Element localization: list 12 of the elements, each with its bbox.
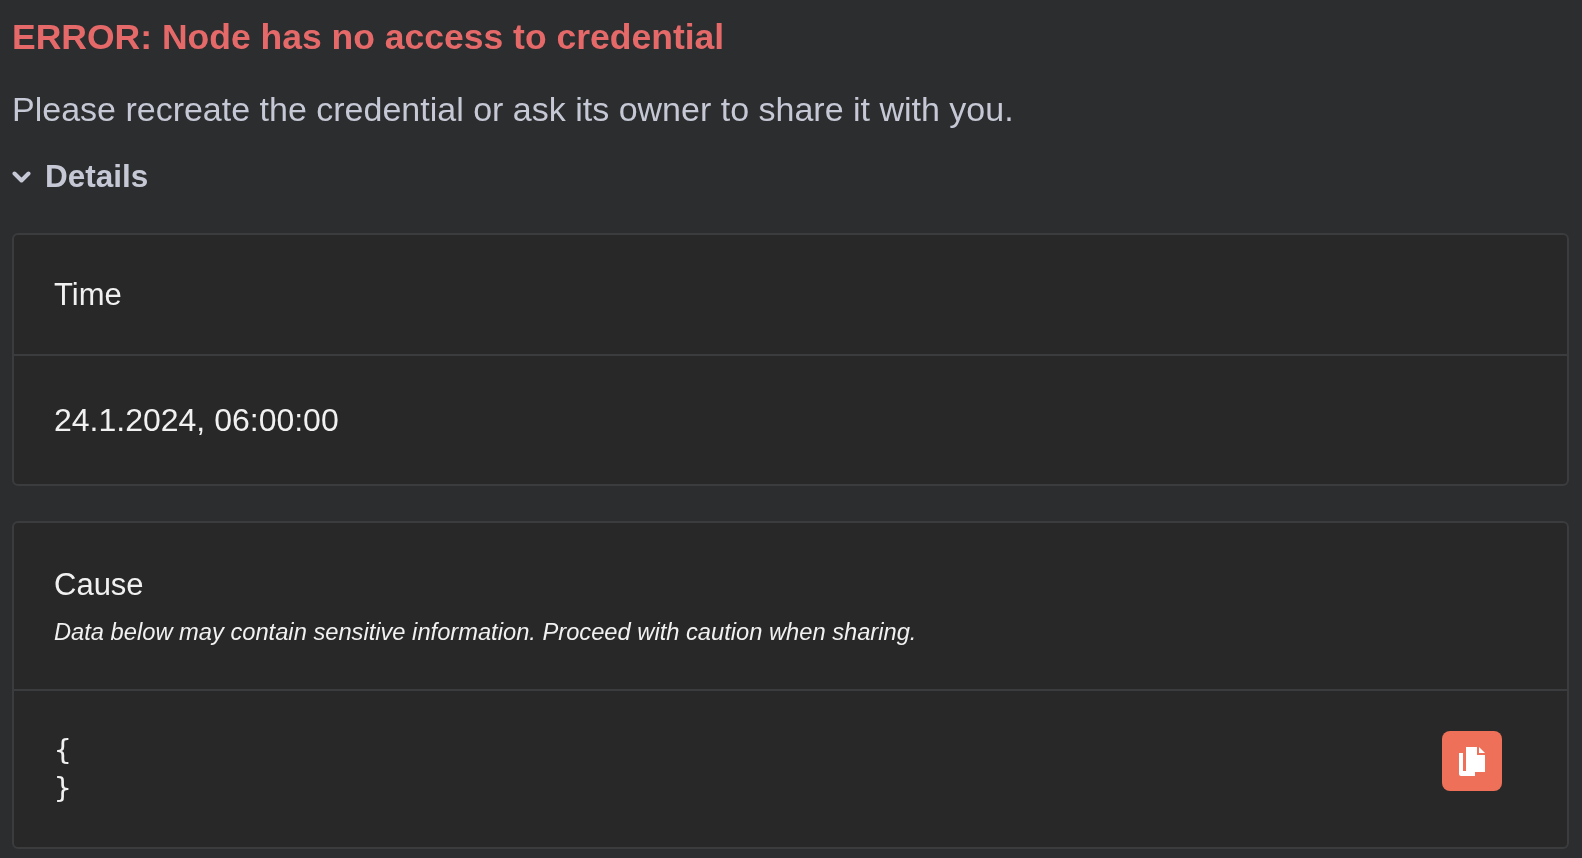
warning-note: Data below may contain sensitive information. Proceed with caution when sharing. (54, 618, 918, 647)
code-line: { (54, 732, 72, 770)
chevron-icon (12, 170, 31, 184)
details-toggle[interactable]: Details (12, 158, 149, 197)
error-description: Please recreate the credential or ask its owner to share it with you. (12, 88, 1015, 130)
time-value: 24.1.2024, 06:00:00 (54, 401, 339, 441)
copy-icon (1459, 746, 1485, 776)
error-title: ERROR: Node has no access to credential (12, 16, 726, 59)
section-heading: Cause (54, 565, 145, 604)
code-line: } (54, 770, 72, 808)
copy-button[interactable] (1442, 731, 1502, 792)
section-heading: Time (54, 276, 122, 314)
